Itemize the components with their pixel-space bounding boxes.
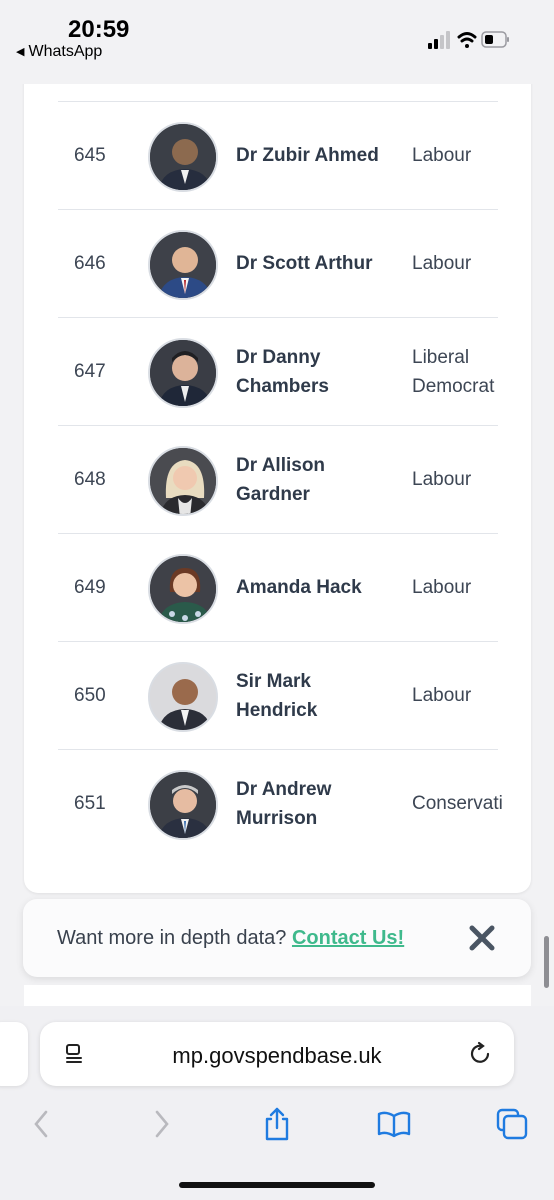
contact-banner: Want more in depth data? Contact Us! <box>23 899 531 977</box>
signal-icon <box>428 31 450 49</box>
back-to-app-link[interactable]: ◀ WhatsApp <box>16 43 102 61</box>
tabs-icon[interactable] <box>494 1106 530 1142</box>
mp-name[interactable]: Dr Danny Chambers <box>236 318 386 425</box>
banner-message: Want more in depth data? Contact Us! <box>57 927 404 950</box>
home-indicator[interactable] <box>179 1182 375 1188</box>
mp-table-card: 645 Dr Zubir Ahmed Labour 646 Dr Scott A… <box>24 70 531 893</box>
table-row[interactable]: 647 Dr Danny Chambers Liberal Democrat <box>58 317 498 425</box>
mp-name[interactable]: Dr Zubir Ahmed <box>236 102 386 209</box>
banner-text: Want more in depth data? <box>57 927 287 949</box>
table-row[interactable]: 651 Dr Andrew Murrison Conservative <box>58 749 502 857</box>
rank-cell: 648 <box>74 468 106 490</box>
mp-name[interactable]: Dr Allison Gardner <box>236 426 386 533</box>
battery-icon <box>481 31 509 48</box>
table-row[interactable]: 645 Dr Zubir Ahmed Labour <box>58 101 498 209</box>
rank-cell: 649 <box>74 576 106 598</box>
contact-us-link[interactable]: Contact Us! <box>292 927 404 949</box>
browser-toolbar: mp.govspendbase.uk <box>0 1006 554 1200</box>
mp-name[interactable]: Dr Andrew Murrison <box>236 750 386 857</box>
mp-name[interactable]: Dr Scott Arthur <box>236 210 386 317</box>
table-row[interactable]: 649 Amanda Hack Labour <box>58 533 498 641</box>
party-cell: Labour <box>412 469 472 490</box>
status-bar: 20:59 ◀ WhatsApp <box>0 0 554 84</box>
mp-avatar <box>148 230 218 300</box>
mp-avatar <box>148 446 218 516</box>
back-triangle-icon: ◀ <box>16 46 25 58</box>
close-icon[interactable] <box>469 925 495 951</box>
party-cell: Labour <box>412 685 472 706</box>
back-app-label: WhatsApp <box>28 43 103 60</box>
mp-avatar <box>148 662 218 732</box>
table-row[interactable]: 646 Dr Scott Arthur Labour <box>58 209 498 317</box>
rank-cell: 651 <box>74 792 106 814</box>
reload-icon[interactable] <box>468 1040 494 1071</box>
url-text[interactable]: mp.govspendbase.uk <box>40 1043 514 1069</box>
share-icon[interactable] <box>259 1106 295 1142</box>
mp-name[interactable]: Sir Mark Hendrick <box>236 642 386 749</box>
scroll-indicator[interactable] <box>544 936 549 988</box>
party-cell: Labour <box>412 253 472 274</box>
rank-cell: 646 <box>74 252 106 274</box>
table-row[interactable]: 648 Dr Allison Gardner Labour <box>58 425 498 533</box>
rank-cell: 650 <box>74 684 106 706</box>
back-icon[interactable] <box>24 1106 60 1142</box>
mp-avatar <box>148 122 218 192</box>
party-cell: Liberal Democrat <box>412 346 495 397</box>
rank-cell: 647 <box>74 360 106 382</box>
mp-name[interactable]: Amanda Hack <box>236 534 386 641</box>
party-cell: Labour <box>412 145 472 166</box>
party-cell: Labour <box>412 577 472 598</box>
rank-cell: 645 <box>74 144 106 166</box>
wifi-icon <box>457 32 477 48</box>
status-icons <box>428 28 510 57</box>
previous-tab-preview[interactable] <box>0 1022 28 1086</box>
forward-icon[interactable] <box>143 1106 179 1142</box>
party-cell: Conservative <box>412 793 502 814</box>
mp-avatar <box>148 554 218 624</box>
mp-avatar <box>148 770 218 840</box>
address-bar[interactable]: mp.govspendbase.uk <box>40 1022 514 1086</box>
table-row[interactable]: 650 Sir Mark Hendrick Labour <box>58 641 498 749</box>
mp-avatar <box>148 338 218 408</box>
status-time: 20:59 <box>68 16 130 43</box>
bookmarks-icon[interactable] <box>376 1106 412 1142</box>
